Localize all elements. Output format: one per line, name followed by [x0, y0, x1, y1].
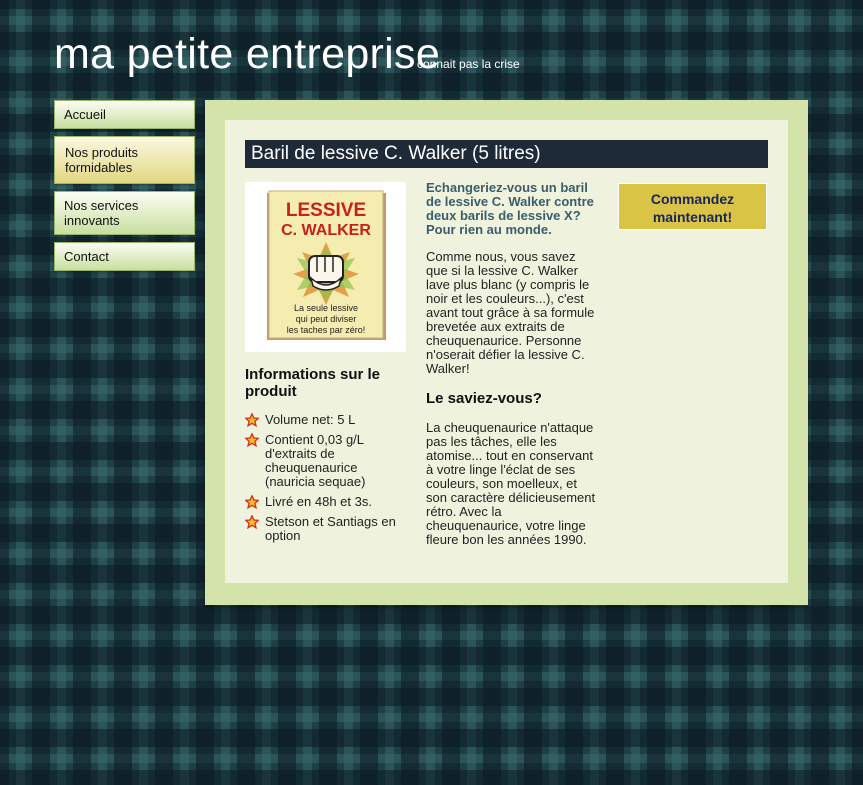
- image-brand-line2: C. WALKER: [281, 222, 371, 239]
- content-panel: Baril de lessive C. Walker (5 litres) LE…: [205, 100, 808, 605]
- list-item: Livré en 48h et 3s.: [245, 495, 410, 509]
- image-slogan-line2: qui peut diviser: [296, 314, 357, 324]
- order-now-button[interactable]: Commandez maintenant!: [618, 183, 767, 230]
- main-nav: Accueil Nos produits formidables Nos ser…: [54, 100, 195, 278]
- product-title: Baril de lessive C. Walker (5 litres): [245, 140, 768, 168]
- info-item-text: Volume net: 5 L: [265, 412, 356, 427]
- product-info-list: Volume net: 5 L Contient 0,03 g/L d'extr…: [245, 413, 410, 549]
- info-item-text: Livré en 48h et 3s.: [265, 494, 372, 509]
- product-lead: Echangeriez-vous un baril de lessive C. …: [426, 180, 594, 237]
- image-slogan-line3: les taches par zéro!: [287, 325, 366, 335]
- product-body: Comme nous, vous savez que si la lessive…: [426, 249, 595, 376]
- product-description: Echangeriez-vous un baril de lessive C. …: [426, 181, 598, 547]
- lessive-box-image: LESSIVE C. WALKER La seule lessive qui p…: [267, 190, 386, 340]
- list-item: Contient 0,03 g/L d'extraits de cheuquen…: [245, 433, 410, 489]
- content-panel-inner: Baril de lessive C. Walker (5 litres) LE…: [225, 120, 788, 583]
- list-item: Volume net: 5 L: [245, 413, 410, 427]
- did-you-know-text: La cheuquenaurice n'attaque pas les tâch…: [426, 420, 596, 547]
- site-title: ma petite entreprise: [54, 30, 441, 78]
- nav-item-services[interactable]: Nos services innovants: [54, 191, 195, 235]
- nav-item-accueil[interactable]: Accueil: [54, 100, 195, 129]
- list-item: Stetson et Santiags en option: [245, 515, 410, 543]
- image-brand-line1: LESSIVE: [286, 200, 366, 221]
- site-tagline: connait pas la crise: [417, 57, 520, 71]
- nav-item-contact[interactable]: Contact: [54, 242, 195, 271]
- nav-item-produits[interactable]: Nos produits formidables: [54, 136, 195, 184]
- product-info-heading: Informations sur le produit: [245, 366, 381, 400]
- info-item-text: Stetson et Santiags en option: [265, 514, 396, 543]
- did-you-know-heading: Le saviez-vous?: [426, 390, 542, 407]
- star-bullet-icon: [245, 413, 259, 427]
- product-image: LESSIVE C. WALKER La seule lessive qui p…: [245, 182, 406, 352]
- star-bullet-icon: [245, 433, 259, 447]
- star-bullet-icon: [245, 495, 259, 509]
- star-bullet-icon: [245, 515, 259, 529]
- image-slogan-line1: La seule lessive: [294, 303, 358, 313]
- info-item-text: Contient 0,03 g/L d'extraits de cheuquen…: [265, 432, 366, 489]
